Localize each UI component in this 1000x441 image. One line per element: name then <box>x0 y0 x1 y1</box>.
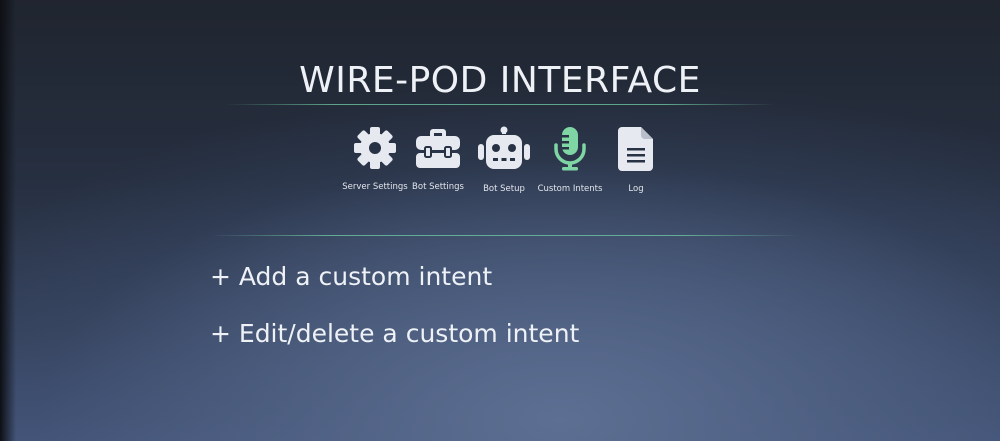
toolbox-icon <box>416 129 460 168</box>
microphone-icon <box>554 127 586 171</box>
nav-label: Custom Intents <box>537 184 603 194</box>
main-nav: Server Settings Bot Settings Bot Setup C… <box>340 126 660 206</box>
nav-item-log[interactable]: Log <box>599 126 673 194</box>
custom-intent-menu: + Add a custom intent + Edit/delete a cu… <box>210 262 579 348</box>
nav-label: Bot Setup <box>483 184 525 194</box>
document-icon <box>618 127 653 171</box>
nav-item-bot-setup[interactable]: Bot Setup <box>467 126 541 194</box>
edit-delete-custom-intent-link[interactable]: + Edit/delete a custom intent <box>210 319 579 348</box>
page-title: WIRE-POD INTERFACE <box>299 60 701 102</box>
nav-item-custom-intents[interactable]: Custom Intents <box>533 126 607 194</box>
nav-divider <box>210 235 800 236</box>
add-custom-intent-link[interactable]: + Add a custom intent <box>210 262 579 291</box>
nav-label: Log <box>628 184 644 194</box>
gear-icon <box>354 127 396 169</box>
header-divider <box>225 104 775 105</box>
nav-label: Bot Settings <box>412 182 464 192</box>
nav-item-bot-settings[interactable]: Bot Settings <box>401 126 475 192</box>
robot-icon <box>478 126 530 169</box>
